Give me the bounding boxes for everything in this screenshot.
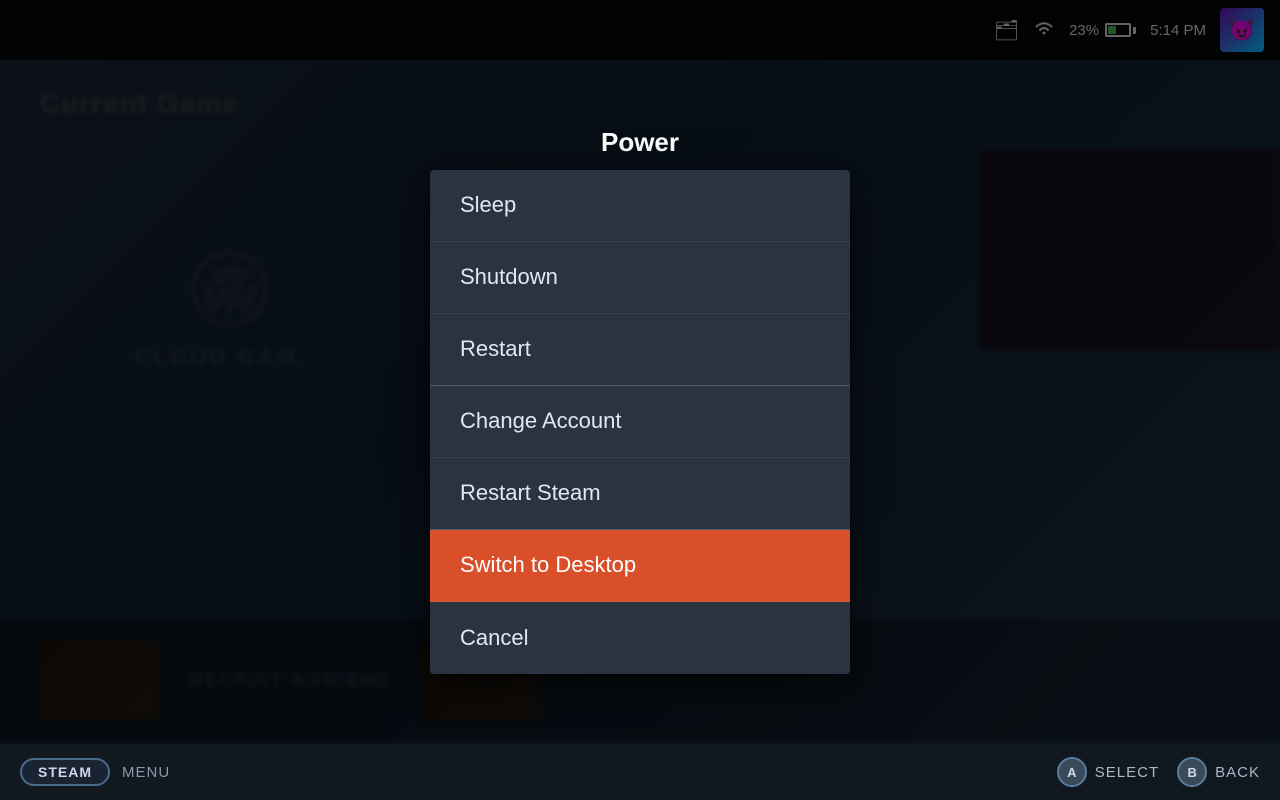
bottombar: STEAM MENU A SELECT B BACK	[0, 744, 1280, 800]
menu-item-shutdown[interactable]: Shutdown	[430, 242, 850, 314]
menu-label: MENU	[122, 764, 170, 781]
menu-item-switch-desktop[interactable]: Switch to Desktop	[430, 530, 850, 602]
power-menu-overlay: Power Sleep Shutdown Restart Change Acco…	[0, 0, 1280, 800]
menu-item-restart[interactable]: Restart	[430, 314, 850, 386]
menu-item-cancel[interactable]: Cancel	[430, 602, 850, 674]
menu-item-restart-steam[interactable]: Restart Steam	[430, 458, 850, 530]
select-label: SELECT	[1095, 764, 1159, 781]
steam-label: STEAM	[38, 764, 92, 780]
power-modal: Power Sleep Shutdown Restart Change Acco…	[430, 127, 850, 674]
a-button[interactable]: A	[1057, 757, 1087, 787]
steam-button[interactable]: STEAM	[20, 758, 110, 786]
menu-item-sleep[interactable]: Sleep	[430, 170, 850, 242]
back-control: B BACK	[1177, 757, 1260, 787]
b-button[interactable]: B	[1177, 757, 1207, 787]
modal-title: Power	[601, 127, 679, 158]
menu-list: Sleep Shutdown Restart Change Account Re…	[430, 170, 850, 674]
back-label: BACK	[1215, 764, 1260, 781]
select-control: A SELECT	[1057, 757, 1159, 787]
right-controls: A SELECT B BACK	[1057, 757, 1260, 787]
menu-item-change-account[interactable]: Change Account	[430, 386, 850, 458]
